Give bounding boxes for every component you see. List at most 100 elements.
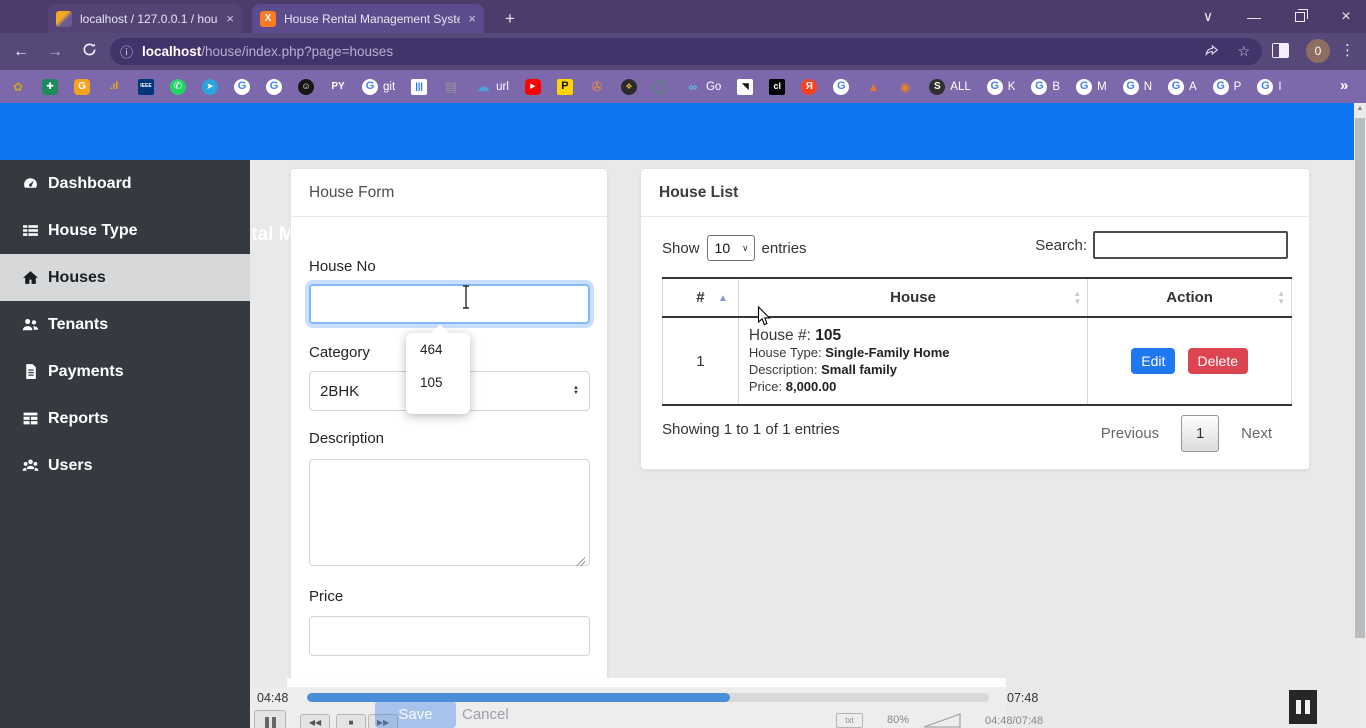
floating-pause-button[interactable] xyxy=(1289,690,1317,724)
bookmark-item[interactable]: ||| xyxy=(411,79,427,95)
column-header-num[interactable]: #▲ xyxy=(663,278,739,317)
sidebar-item-users[interactable]: Users xyxy=(0,442,250,489)
back-button[interactable]: ← xyxy=(8,43,34,61)
page-scrollbar[interactable]: ▲ xyxy=(1354,103,1366,728)
scroll-up-arrow[interactable]: ▲ xyxy=(1354,105,1366,112)
bookmark-item[interactable]: G xyxy=(74,79,90,95)
rewind-button[interactable]: ◀◀ xyxy=(300,714,330,728)
tab-house-rental[interactable]: X House Rental Management Syste × xyxy=(252,4,484,33)
bookmark-item[interactable]: G M xyxy=(1076,79,1107,95)
bookmark-favicon: ✿ xyxy=(10,79,26,95)
bookmark-item[interactable]: G P xyxy=(1213,79,1242,95)
autocomplete-option[interactable]: 464 xyxy=(406,333,470,366)
bookmark-item[interactable]: ☁ url xyxy=(475,79,509,95)
sidebar-item-reports[interactable]: Reports xyxy=(0,395,250,442)
new-tab-button[interactable]: + xyxy=(498,7,522,31)
bookmark-label: B xyxy=(1052,81,1060,93)
sidebar-item-dashboard[interactable]: Dashboard xyxy=(0,160,250,207)
txt-toggle[interactable]: txt xyxy=(836,713,863,728)
bookmark-favicon: ▲ xyxy=(865,79,881,95)
current-page-button[interactable]: 1 xyxy=(1181,415,1219,452)
autocomplete-option[interactable]: 105 xyxy=(406,366,470,399)
bookmark-item[interactable]: G N xyxy=(1123,79,1152,95)
bookmark-item[interactable]: P xyxy=(557,79,573,95)
bookmark-item[interactable]: G git xyxy=(362,79,395,95)
window-minimize-button[interactable]: — xyxy=(1234,0,1274,33)
bookmark-item[interactable]: ✆ xyxy=(170,79,186,95)
sidebar-item-house-type[interactable]: House Type xyxy=(0,207,250,254)
tab-title: localhost / 127.0.0.1 / house | php xyxy=(80,12,218,26)
bookmark-item[interactable]: Я xyxy=(801,79,817,95)
sidebar-item-payments[interactable]: Payments xyxy=(0,348,250,395)
previous-page-button[interactable]: Previous xyxy=(1101,425,1159,442)
bookmark-item[interactable]: PY xyxy=(330,79,346,95)
bookmark-item[interactable]: ▶ xyxy=(525,79,541,95)
bookmark-item[interactable]: G A xyxy=(1168,79,1197,95)
cancel-button[interactable]: Cancel xyxy=(462,706,509,723)
address-bar[interactable]: ⓘ localhost/house/index.php?page=houses … xyxy=(110,38,1262,65)
tab-search-chevron-icon[interactable]: ∨ xyxy=(1188,0,1228,33)
bookmark-item[interactable]: ∞ Go xyxy=(685,79,721,95)
forward-button[interactable]: → xyxy=(42,43,68,61)
save-button[interactable]: Save xyxy=(375,701,456,728)
sidebar-item-tenants[interactable]: Tenants xyxy=(0,301,250,348)
bookmarks-overflow-chevron[interactable]: » xyxy=(1340,77,1348,94)
bookmark-item[interactable]: S ALL xyxy=(929,79,970,95)
delete-button[interactable]: Delete xyxy=(1188,348,1248,374)
sidebar-item-houses[interactable]: Houses xyxy=(0,254,250,301)
bookmark-item[interactable]: ☺ xyxy=(298,79,314,95)
description-textarea[interactable] xyxy=(309,459,590,566)
bookmark-favicon: .ıl xyxy=(106,79,122,95)
window-close-button[interactable]: × xyxy=(1326,0,1366,33)
side-panel-icon[interactable] xyxy=(1272,43,1289,58)
scrollbar-thumb[interactable] xyxy=(1355,118,1365,638)
bookmark-item[interactable]: cl xyxy=(769,79,785,95)
share-icon[interactable] xyxy=(1204,43,1219,60)
bookmark-item[interactable]: ✚ xyxy=(42,79,58,95)
bookmark-item[interactable]: ✿ xyxy=(10,79,26,95)
resize-grip-icon[interactable] xyxy=(576,557,585,566)
column-header-action[interactable]: Action▲▼ xyxy=(1088,278,1292,317)
stop-button[interactable]: ■ xyxy=(336,714,366,728)
bookmark-item[interactable]: G xyxy=(234,79,250,95)
next-page-button[interactable]: Next xyxy=(1241,425,1272,442)
browser-toolbar: ← → ⓘ localhost/house/index.php?page=hou… xyxy=(0,33,1366,70)
site-info-icon[interactable]: ⓘ xyxy=(120,42,133,61)
bookmark-item[interactable]: ➤ xyxy=(202,79,218,95)
tab-close-icon[interactable]: × xyxy=(226,11,234,26)
pagination: Previous 1 Next xyxy=(1101,415,1272,452)
bookmark-item[interactable]: ▲ xyxy=(865,79,881,95)
bookmark-item[interactable]: ✇ xyxy=(589,79,605,95)
bookmark-item[interactable]: IEEE xyxy=(138,79,154,95)
search-input[interactable] xyxy=(1093,231,1288,259)
page-length-select[interactable]: 10 ∨ xyxy=(707,235,755,261)
entries-label: entries xyxy=(762,240,807,257)
column-header-house[interactable]: House▲▼ xyxy=(738,278,1087,317)
tab-close-icon[interactable]: × xyxy=(468,11,476,26)
bookmark-favicon: G xyxy=(1123,79,1139,95)
price-input[interactable] xyxy=(309,616,590,656)
table-controls: Show 10 ∨ entries Search: xyxy=(662,231,1288,261)
bookmark-item[interactable]: G xyxy=(266,79,282,95)
pause-button[interactable] xyxy=(254,710,286,728)
bookmark-item[interactable]: ◥ xyxy=(737,79,753,95)
home-icon xyxy=(22,269,39,286)
bookmark-item[interactable]: ◯ xyxy=(653,79,669,95)
bookmark-item[interactable]: G xyxy=(833,79,849,95)
bookmark-item[interactable]: G I xyxy=(1257,79,1281,95)
bookmark-item[interactable]: G B xyxy=(1031,79,1060,95)
bookmark-item[interactable]: ◉ xyxy=(897,79,913,95)
bookmark-item[interactable]: ▤ xyxy=(443,79,459,95)
bookmark-item[interactable]: G K xyxy=(987,79,1016,95)
bookmark-item[interactable]: .ıl xyxy=(106,79,122,95)
house-no-input[interactable] xyxy=(309,284,590,324)
window-restore-button[interactable] xyxy=(1280,0,1320,33)
reload-button[interactable] xyxy=(76,42,102,62)
volume-wedge-icon[interactable] xyxy=(923,713,961,728)
edit-button[interactable]: Edit xyxy=(1131,348,1175,374)
profile-avatar[interactable]: 0 xyxy=(1306,39,1330,63)
bookmark-item[interactable]: ❖ xyxy=(621,79,637,95)
bookmark-star-icon[interactable]: ☆ xyxy=(1237,43,1250,60)
tab-phpmyadmin[interactable]: localhost / 127.0.0.1 / house | php × xyxy=(48,4,242,33)
browser-menu-icon[interactable]: ⋮ xyxy=(1340,41,1355,59)
